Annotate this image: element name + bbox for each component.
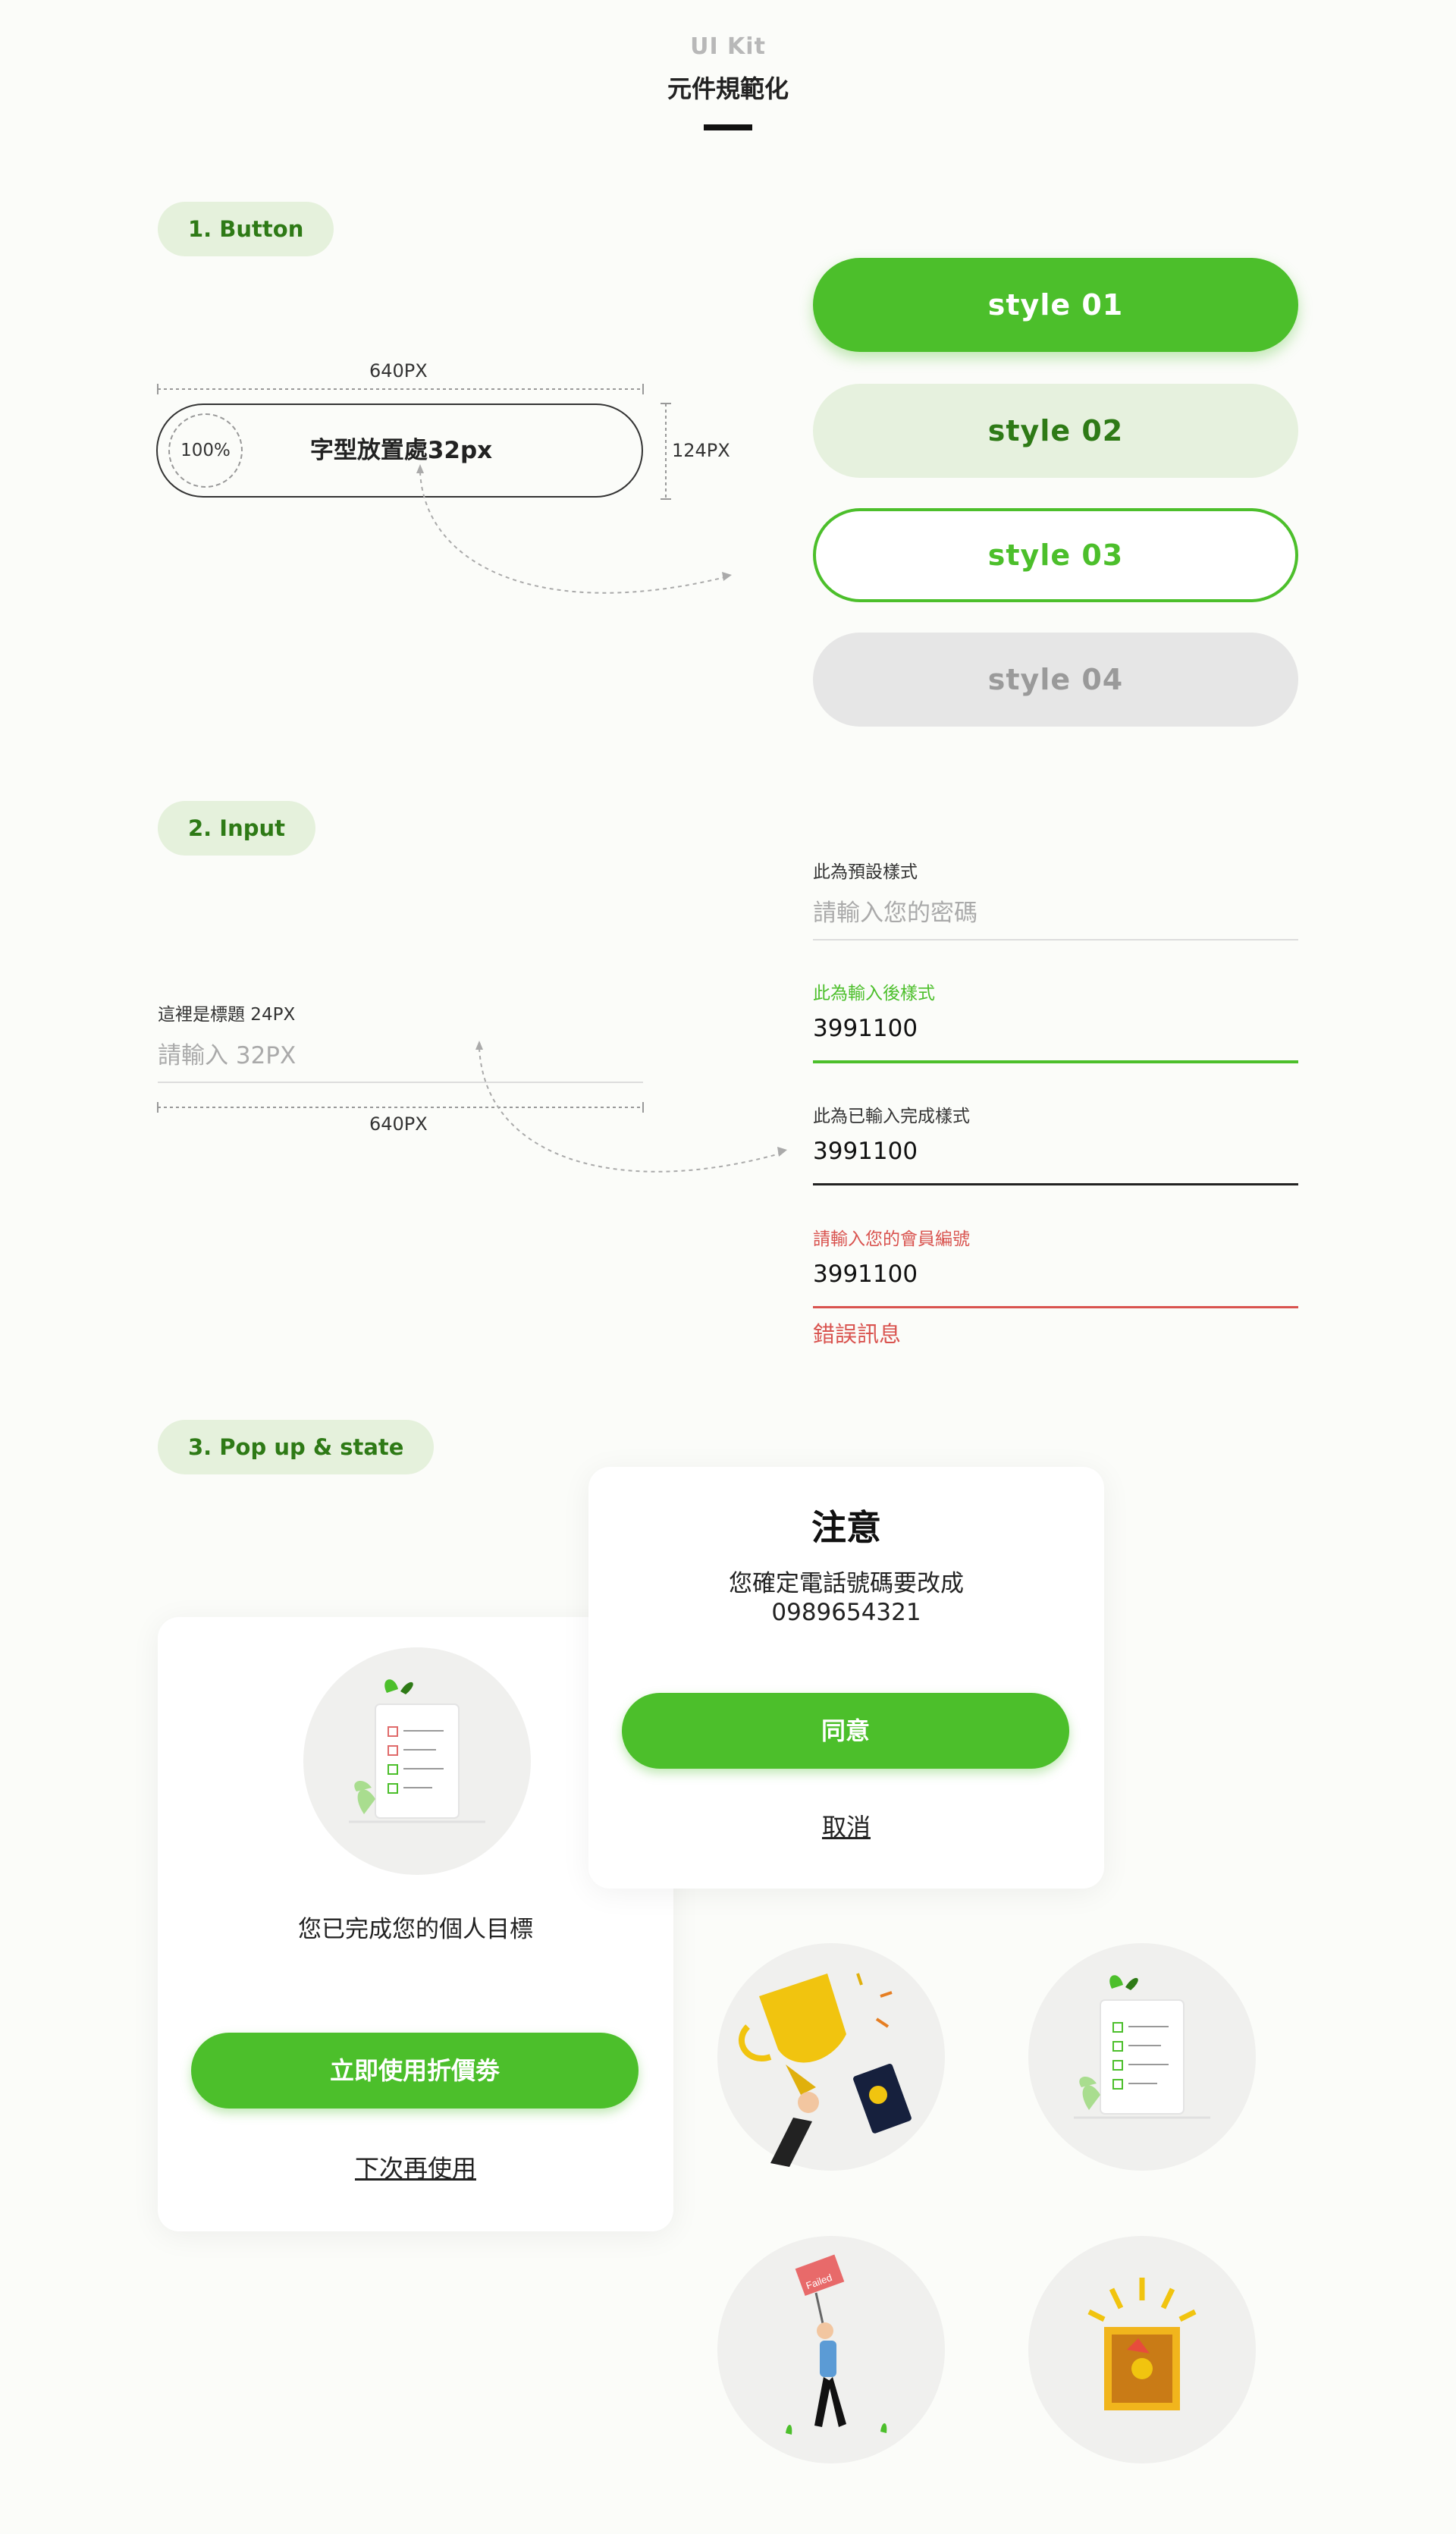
confirm-title: 注意 xyxy=(811,1507,881,1548)
radius-indicator: 100% xyxy=(168,413,243,488)
treasure-chest-icon xyxy=(1087,2278,1197,2410)
checklist-illustration xyxy=(303,1647,531,1875)
style-04-button[interactable]: style 04 xyxy=(813,633,1298,727)
page-title: 元件規範化 xyxy=(667,74,789,103)
input-error-message: 錯誤訊息 xyxy=(813,1321,902,1347)
input-typing-label: 此為輸入後樣式 xyxy=(813,984,935,1003)
title-underline xyxy=(704,124,752,130)
input-typing-line xyxy=(813,1060,1298,1063)
trophy-illustration xyxy=(717,1943,945,2171)
input-default-line xyxy=(813,939,1298,940)
popup-confirm-card: 注意 您確定電話號碼要改成 0989654321 同意 取消 xyxy=(588,1467,1104,1889)
password-input[interactable]: 請輸入您的密碼 xyxy=(813,893,977,928)
checklist-icon xyxy=(349,1679,485,1823)
section-pill-button: 1. Button xyxy=(158,202,334,256)
failed-icon: Failed xyxy=(786,2254,887,2435)
checklist-icon-2 xyxy=(1074,1975,1210,2119)
button-width-label: 640PX xyxy=(369,360,428,382)
button-height-label: 124PX xyxy=(672,440,730,461)
button-arrow-icon xyxy=(416,464,732,594)
input-filled-label: 此為已輸入完成樣式 xyxy=(813,1107,970,1126)
input-default-label: 此為預設樣式 xyxy=(813,862,918,882)
complete-message: 您已完成您的個人目標 xyxy=(298,1916,533,1943)
input-error-line xyxy=(813,1306,1298,1308)
filled-input[interactable]: 3991100 xyxy=(813,1138,918,1165)
input-width-label: 640PX xyxy=(369,1113,428,1135)
confirm-message-line1: 您確定電話號碼要改成 xyxy=(729,1570,964,1597)
kit-label: UI Kit xyxy=(690,33,766,60)
typing-input[interactable]: 3991100 xyxy=(813,1015,918,1042)
input-spec-placeholder: 請輸入 32PX xyxy=(158,1042,297,1069)
input-spec-title: 這裡是標題 24PX xyxy=(158,1005,296,1025)
checklist-illustration-2 xyxy=(1028,1943,1256,2171)
trophy-icon xyxy=(739,1973,912,2167)
use-coupon-button[interactable]: 立即使用折價劵 xyxy=(191,2033,639,2109)
style-01-button[interactable]: style 01 xyxy=(813,258,1298,352)
member-id-input[interactable]: 3991100 xyxy=(813,1261,918,1288)
input-arrow-icon xyxy=(475,1041,787,1173)
agree-button[interactable]: 同意 xyxy=(622,1693,1069,1769)
section-pill-popup: 3. Pop up & state xyxy=(158,1420,435,1474)
style-03-button[interactable]: style 03 xyxy=(813,508,1298,602)
input-filled-line xyxy=(813,1183,1298,1185)
treasure-chest-illustration xyxy=(1028,2236,1256,2463)
use-later-link[interactable]: 下次再使用 xyxy=(158,2149,673,2184)
confirm-message-line2: 0989654321 xyxy=(771,1599,921,1626)
failed-illustration: Failed xyxy=(717,2236,945,2463)
style-02-button[interactable]: style 02 xyxy=(813,384,1298,478)
input-error-label: 請輸入您的會員編號 xyxy=(813,1229,970,1249)
section-pill-input: 2. Input xyxy=(158,801,315,856)
cancel-link[interactable]: 取消 xyxy=(588,1808,1104,1843)
